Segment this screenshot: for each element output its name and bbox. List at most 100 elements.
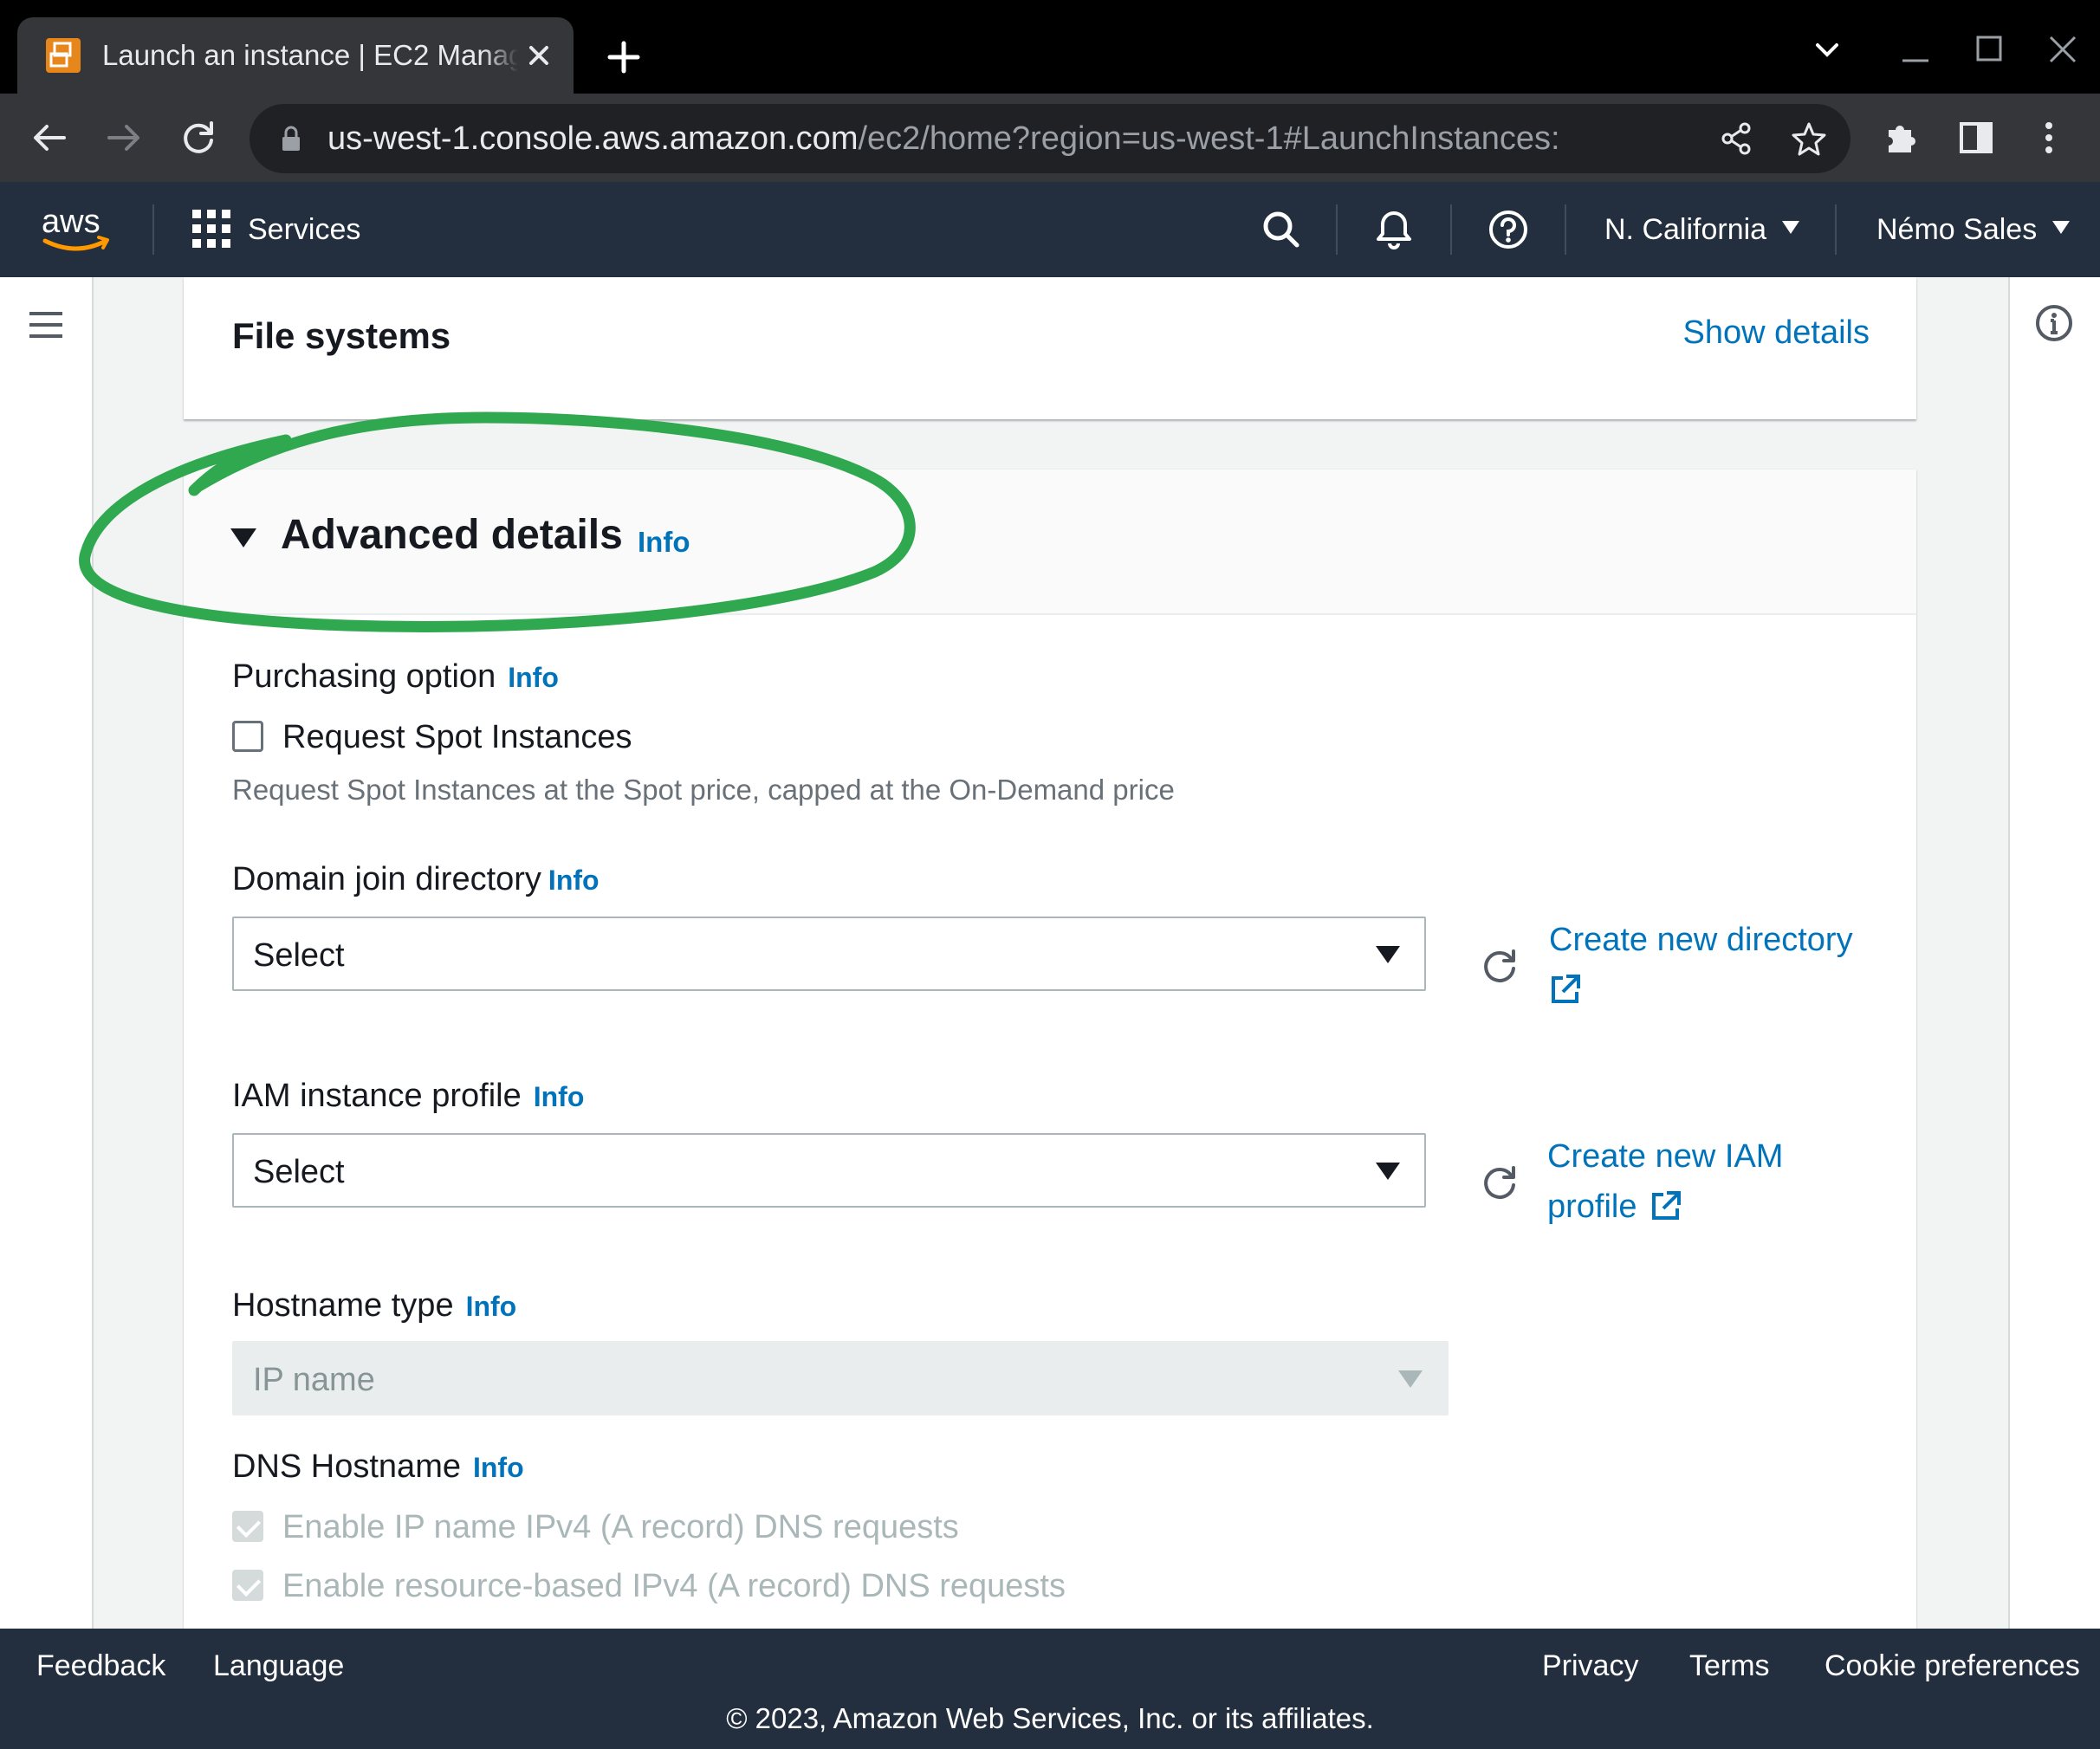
cookie-preferences-link[interactable]: Cookie preferences: [1825, 1646, 2080, 1686]
domain-join-select-value: Select: [253, 937, 345, 974]
iam-profile-select-value: Select: [253, 1154, 345, 1190]
advanced-details-header[interactable]: Advanced details Info: [184, 470, 1916, 615]
hostname-type-label: Hostname type Info: [232, 1284, 516, 1328]
advanced-details-title[interactable]: Advanced details: [281, 508, 623, 563]
back-icon[interactable]: [26, 114, 73, 161]
dns-hostname-text: DNS Hostname: [232, 1448, 461, 1485]
refresh-icon[interactable]: [1478, 944, 1521, 988]
sidepanel-icon[interactable]: [1954, 116, 1998, 159]
iam-profile-info-link[interactable]: Info: [534, 1081, 585, 1112]
dns-resource-based-label: Enable resource-based IPv4 (A record) DN…: [282, 1568, 1066, 1604]
language-link[interactable]: Language: [213, 1646, 344, 1686]
right-help-rail: [2008, 277, 2100, 1629]
hostname-type-text: Hostname type: [232, 1287, 454, 1324]
lock-icon[interactable]: [275, 123, 307, 154]
bell-icon[interactable]: [1371, 206, 1417, 253]
kebab-icon[interactable]: [2027, 116, 2071, 159]
chevron-down-icon[interactable]: [1804, 26, 1850, 73]
services-menu[interactable]: Services: [248, 210, 360, 249]
help-icon[interactable]: [1485, 206, 1532, 253]
forward-icon[interactable]: [100, 114, 147, 161]
caret-down-icon: [1782, 221, 1800, 234]
window-close-icon[interactable]: [2039, 26, 2086, 73]
copyright-text: © 2023, Amazon Web Services, Inc. or its…: [726, 1702, 1374, 1734]
terms-link[interactable]: Terms: [1689, 1646, 1770, 1686]
nav-divider: [1450, 204, 1452, 255]
request-spot-checkbox[interactable]: [232, 721, 263, 752]
star-icon[interactable]: [1790, 120, 1828, 158]
domain-join-select[interactable]: Select: [232, 917, 1426, 991]
hamburger-icon[interactable]: [28, 310, 64, 340]
refresh-icon[interactable]: [1478, 1161, 1521, 1204]
close-icon[interactable]: [520, 36, 558, 74]
browser-toolbar: us-west-1.console.aws.amazon.com/ec2/hom…: [0, 94, 2100, 182]
external-link-icon: [1549, 970, 1582, 1003]
advanced-details-info-link[interactable]: Info: [638, 523, 690, 561]
advanced-details-section: Advanced details Info Purchasing option I…: [184, 470, 1916, 1629]
external-link-icon: [1650, 1187, 1682, 1220]
reload-icon[interactable]: [175, 114, 222, 161]
caret-down-icon: [2052, 221, 2071, 234]
hostname-type-select-value: IP name: [253, 1362, 375, 1398]
hostname-type-info-link[interactable]: Info: [466, 1291, 517, 1322]
region-label: N. California: [1604, 213, 1767, 246]
create-iam-line2: profile: [1547, 1189, 1637, 1225]
request-spot-label[interactable]: Request Spot Instances: [282, 716, 632, 759]
search-icon[interactable]: [1258, 206, 1305, 253]
url-path: /ec2/home?region=us-west-1#LaunchInstanc…: [858, 120, 1560, 157]
caret-down-icon: [1376, 1163, 1400, 1180]
console-footer: Feedback Language Privacy Terms Cookie p…: [0, 1629, 2100, 1749]
iam-profile-text: IAM instance profile: [232, 1078, 522, 1114]
purchasing-option-text: Purchasing option: [232, 658, 496, 695]
aws-top-navigation: aws Services N. California Némo Sales: [0, 182, 2100, 277]
account-label: Némo Sales: [1876, 213, 2038, 246]
dns-resource-based-checkbox: [232, 1570, 263, 1601]
file-systems-section: File systems Show details: [184, 277, 1916, 419]
left-navigation-rail: [0, 277, 94, 1629]
url-text: us-west-1.console.aws.amazon.com/ec2/hom…: [327, 120, 1560, 158]
url-host: us-west-1.console.aws.amazon.com: [327, 120, 859, 157]
nav-divider: [1835, 204, 1837, 255]
new-tab-plus-icon[interactable]: [601, 35, 646, 80]
account-menu[interactable]: Némo Sales: [1876, 210, 2071, 249]
create-new-directory-link[interactable]: Create new directory: [1549, 915, 1913, 1015]
feedback-link[interactable]: Feedback: [36, 1646, 165, 1686]
expand-caret-icon[interactable]: [230, 528, 256, 547]
tab-title: Launch an instance | EC2 Management Cons…: [102, 36, 518, 74]
info-icon[interactable]: [2034, 303, 2074, 343]
nav-divider: [152, 204, 154, 255]
share-icon[interactable]: [1717, 120, 1755, 158]
extensions-icon[interactable]: [1880, 116, 1923, 159]
ec2-favicon-icon: [46, 38, 81, 73]
aws-logo[interactable]: aws: [40, 199, 114, 260]
domain-join-text: Domain join directory: [232, 861, 541, 897]
browser-tabstrip: Launch an instance | EC2 Management Cons…: [0, 0, 2100, 94]
domain-join-label: Domain join directory Info: [232, 858, 600, 902]
iam-profile-label: IAM instance profile Info: [232, 1074, 584, 1118]
minimize-icon[interactable]: [1892, 26, 1939, 73]
browser-tab[interactable]: Launch an instance | EC2 Management Cons…: [17, 17, 574, 94]
create-new-directory-text: Create new directory: [1549, 922, 1853, 958]
domain-join-info-link[interactable]: Info: [548, 865, 600, 896]
file-systems-title: File systems: [232, 315, 451, 356]
dns-hostname-info-link[interactable]: Info: [473, 1452, 524, 1483]
dns-ip-name-label: Enable IP name IPv4 (A record) DNS reque…: [282, 1509, 959, 1545]
purchasing-option-info-link[interactable]: Info: [508, 662, 559, 693]
nav-divider: [1565, 204, 1566, 255]
caret-down-icon: [1376, 946, 1400, 963]
privacy-link[interactable]: Privacy: [1542, 1646, 1638, 1686]
request-spot-description: Request Spot Instances at the Spot price…: [232, 774, 1175, 806]
create-new-iam-profile-link[interactable]: Create new IAM profile: [1547, 1131, 1911, 1232]
grid-icon[interactable]: [191, 208, 232, 249]
create-iam-line1: Create new IAM: [1547, 1138, 1784, 1175]
svg-text:aws: aws: [42, 204, 100, 240]
caret-down-icon: [1398, 1370, 1423, 1388]
hostname-type-select: IP name: [232, 1341, 1449, 1415]
nav-divider: [1336, 204, 1338, 255]
address-bar[interactable]: us-west-1.console.aws.amazon.com/ec2/hom…: [250, 104, 1850, 173]
region-selector[interactable]: N. California: [1604, 210, 1800, 249]
purchasing-option-label: Purchasing option Info: [232, 655, 559, 699]
iam-profile-select[interactable]: Select: [232, 1133, 1426, 1208]
maximize-icon[interactable]: [1967, 26, 2013, 73]
show-details-link[interactable]: Show details: [1683, 308, 1870, 357]
